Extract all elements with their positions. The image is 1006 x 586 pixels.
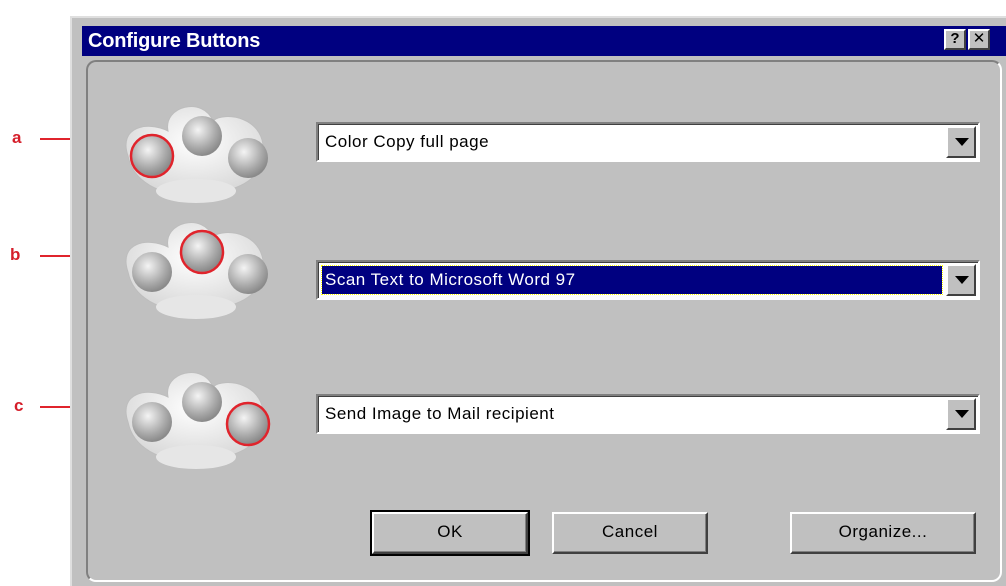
button-b-action-select[interactable]: Scan Text to Microsoft Word 97	[316, 260, 980, 300]
organize-button[interactable]: Organize...	[790, 512, 976, 554]
dropdown-arrow-button[interactable]	[946, 126, 976, 158]
button-b-action-value: Scan Text to Microsoft Word 97	[321, 265, 943, 295]
close-button[interactable]: ✕	[968, 29, 990, 50]
button-c-action-value: Send Image to Mail recipient	[325, 404, 555, 423]
close-icon: ✕	[972, 30, 986, 47]
dropdown-arrow-icon	[955, 276, 969, 284]
scanner-button-pad-icon	[125, 222, 268, 319]
configure-buttons-dialog: Configure Buttons ? ✕ Color Copy full pa…	[70, 16, 1006, 586]
window-title: Configure Buttons	[88, 30, 261, 52]
title-bar[interactable]: Configure Buttons ? ✕	[82, 26, 1006, 56]
help-icon: ?	[950, 30, 960, 47]
screenshot-stage: a b c Configure Buttons ? ✕ Color Copy f…	[0, 0, 1006, 586]
dropdown-arrow-button[interactable]	[946, 264, 976, 296]
callout-label-a: a	[12, 128, 22, 147]
button-a-action-select[interactable]: Color Copy full page	[316, 122, 980, 162]
cancel-button[interactable]: Cancel	[552, 512, 708, 554]
dropdown-arrow-icon	[955, 138, 969, 146]
callout-label-c: c	[14, 396, 24, 415]
scanner-button-pad-icon	[125, 106, 268, 203]
help-button[interactable]: ?	[944, 29, 966, 50]
scanner-button-pad-icon	[125, 372, 271, 469]
callout-label-b: b	[10, 245, 21, 264]
dropdown-arrow-icon	[955, 410, 969, 418]
button-a-action-value: Color Copy full page	[325, 132, 490, 151]
button-c-action-select[interactable]: Send Image to Mail recipient	[316, 394, 980, 434]
ok-button[interactable]: OK	[370, 510, 530, 556]
dropdown-arrow-button[interactable]	[946, 398, 976, 430]
